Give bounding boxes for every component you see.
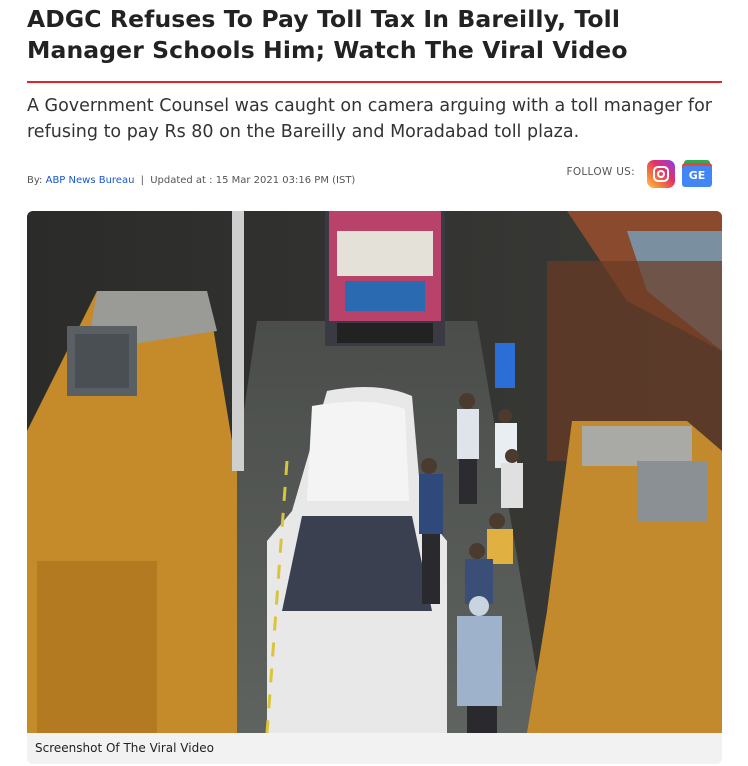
updated-label: Updated at : (150, 175, 213, 186)
follow-us-label: FOLLOW US: (566, 166, 635, 178)
author-link[interactable]: ABP News Bureau (46, 175, 135, 186)
headline-divider (27, 81, 722, 83)
byline-separator: | (140, 175, 144, 186)
updated-timestamp: 15 Mar 2021 03:16 PM (IST) (215, 175, 356, 186)
by-label: By: (27, 175, 43, 186)
viral-video-screenshot[interactable] (27, 211, 722, 733)
article-headline: ADGC Refuses To Pay Toll Tax In Bareilly… (27, 5, 628, 64)
instagram-icon[interactable] (647, 160, 675, 188)
article-byline: By: ABP News Bureau | Updated at : 15 Ma… (27, 175, 355, 186)
google-news-label: GE (688, 169, 706, 182)
article-summary: A Government Counsel was caught on camer… (27, 96, 712, 142)
article-figure: Screenshot Of The Viral Video (27, 211, 722, 764)
google-news-icon[interactable]: GE (682, 160, 712, 188)
figure-caption: Screenshot Of The Viral Video (27, 733, 722, 764)
